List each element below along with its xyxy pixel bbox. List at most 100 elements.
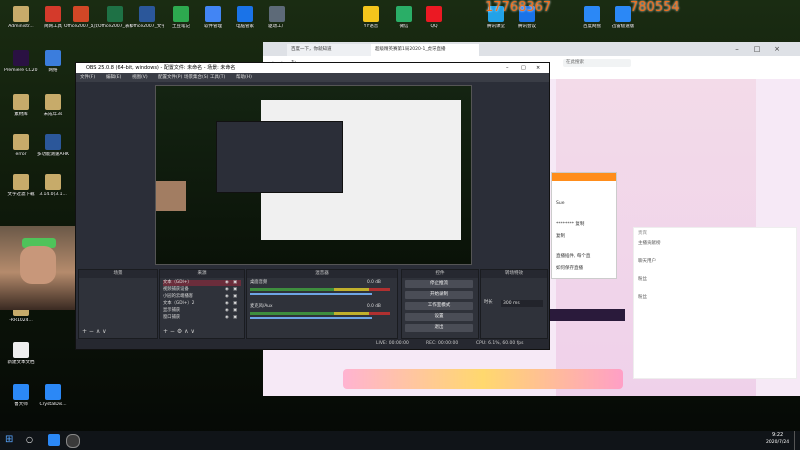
obs-menu-item[interactable]: 场景集合(S): [184, 73, 208, 82]
desktop-icon[interactable]: CrystalDis...: [36, 384, 70, 407]
browser-tab-baidu[interactable]: 百度一下，你就知道: [287, 44, 375, 56]
control-button[interactable]: 工作室模式: [405, 302, 473, 310]
desktop-icon[interactable]: Premiere CC2019: [4, 50, 38, 73]
desktop-icon[interactable]: Administr...: [4, 6, 38, 29]
popup-line[interactable]: 复制: [556, 233, 565, 239]
lock-icon[interactable]: ▣: [233, 301, 237, 307]
add-source-button[interactable]: + − ⚙ ∧ ∨: [163, 328, 195, 335]
rank-item[interactable]: 聊天用户: [638, 258, 656, 264]
obs-titlebar: OBS 25.0.8 (64-bit, windows) - 配置文件: 未命名…: [76, 63, 549, 73]
transition-duration-label: 时长: [484, 300, 493, 305]
obs-close-icon[interactable]: ×: [536, 63, 540, 73]
desktop-icon[interactable]: 土豆笔记: [164, 6, 198, 29]
obs-menu-item[interactable]: 视图(V): [132, 73, 148, 82]
lock-icon[interactable]: ▣: [233, 280, 237, 286]
desktop-icon[interactable]: 电脑管家: [228, 6, 262, 29]
rank-item[interactable]: 粉丝: [638, 294, 647, 300]
control-button[interactable]: 设置: [405, 313, 473, 321]
eye-icon[interactable]: ◉: [225, 287, 229, 293]
eye-icon[interactable]: ◉: [225, 308, 229, 314]
desktop-icon[interactable]: Office2007_幻灯片PPT: [64, 6, 98, 29]
source-label: 窗口捕获: [163, 315, 181, 320]
control-button[interactable]: 停止推流: [405, 280, 473, 288]
sources-panel: 来源 文本（GDI+） ◉ ▣ 视频捕获设备 ◉ ▣ 小园的云端播客 ◉ ▣ 文本（GDI+）2 ◉…: [159, 269, 245, 339]
desktop-icon[interactable]: 软件管理: [196, 6, 230, 29]
minimize-icon[interactable]: –: [733, 45, 741, 53]
rank-item[interactable]: 主播贡献榜: [638, 240, 661, 246]
obs-preview[interactable]: [155, 85, 472, 265]
eye-icon[interactable]: ◉: [225, 294, 229, 300]
obs-menu-item[interactable]: 工具(T): [210, 73, 225, 82]
desktop-icon[interactable]: 驱动工厂: [260, 6, 294, 29]
lock-icon[interactable]: ▣: [233, 287, 237, 293]
source-item[interactable]: 文本（GDI+） ◉ ▣: [163, 280, 241, 286]
lock-icon[interactable]: ▣: [233, 294, 237, 300]
desktop-icon[interactable]: Office2007_文字: [130, 6, 164, 29]
control-button[interactable]: 退出: [405, 324, 473, 332]
transition-duration-input[interactable]: 300 ms: [501, 300, 543, 307]
rank-item[interactable]: 粉丝: [638, 276, 647, 282]
show-desktop-button[interactable]: [794, 431, 799, 450]
windows-start-icon[interactable]: ⊞: [5, 435, 15, 445]
desktop-icon[interactable]: QQ: [417, 6, 451, 29]
eye-icon[interactable]: ◉: [225, 301, 229, 307]
app-icon: [13, 174, 29, 190]
desktop-icon[interactable]: 鲁大师: [4, 384, 38, 407]
obs-minimize-icon[interactable]: –: [506, 63, 509, 73]
mixer-channel-mic-value: 0.0 dB: [367, 304, 381, 309]
obs-menu-item[interactable]: 文件(F): [80, 73, 95, 82]
obs-menu-item[interactable]: 编辑(E): [106, 73, 121, 82]
desktop-icon[interactable]: 3.14.0(3.1...: [36, 174, 70, 197]
gift-bar[interactable]: [343, 369, 623, 389]
lock-icon[interactable]: ▣: [233, 315, 237, 321]
mixer-channel-mic-label: 麦克风/Aux: [250, 304, 273, 309]
taskbar-obs-icon[interactable]: [66, 434, 80, 448]
desktop-icon[interactable]: 多功能测速AHK: [36, 134, 70, 157]
mixer-slider-desktop[interactable]: [250, 293, 372, 295]
desktop-icon-label: Office2007_表格: [98, 24, 132, 29]
obs-menu-item[interactable]: 配置文件(P): [158, 73, 182, 82]
status-rec: REC: 00:00:00: [426, 341, 459, 346]
desktop-icon[interactable]: 未成年3s: [36, 94, 70, 117]
mixer-slider-mic[interactable]: [250, 317, 372, 319]
app-icon: [45, 174, 61, 190]
source-item[interactable]: 视频捕获设备 ◉ ▣: [163, 287, 241, 293]
desktop-icon-label: 迅雷极速版: [611, 24, 635, 29]
close-icon[interactable]: ×: [773, 45, 781, 53]
desktop-icon[interactable]: YY语音: [354, 6, 388, 29]
source-item[interactable]: 小园的云端播客 ◉ ▣: [163, 294, 241, 300]
app-icon: [73, 6, 89, 22]
obs-maximize-icon[interactable]: □: [521, 63, 526, 73]
lock-icon[interactable]: ▣: [233, 308, 237, 314]
search-icon[interactable]: ○: [26, 435, 36, 445]
maximize-icon[interactable]: □: [753, 45, 761, 53]
desktop-icon[interactable]: 微信: [387, 6, 421, 29]
add-scene-button[interactable]: + − ∧ ∨: [82, 328, 107, 335]
transitions-panel-header: 转场特效: [481, 270, 547, 278]
search-input[interactable]: 在此搜索: [563, 59, 631, 67]
popup-dialog: Sue ******** 复制 复制 直播插件, 每个直 如何保存直播: [551, 172, 617, 279]
taskbar-time: 9:22: [772, 432, 784, 438]
desktop-icon[interactable]: 文字过滤下载: [4, 174, 38, 197]
source-item[interactable]: 显示捕获 ◉ ▣: [163, 308, 241, 314]
source-item[interactable]: 窗口捕获 ◉ ▣: [163, 315, 241, 321]
desktop-icon[interactable]: Office2007_表格: [98, 6, 132, 29]
desktop-icon[interactable]: 新建文本文档: [4, 342, 38, 365]
eye-icon[interactable]: ◉: [225, 315, 229, 321]
eye-icon[interactable]: ◉: [225, 280, 229, 286]
obs-menu-item[interactable]: 帮助(H): [236, 73, 252, 82]
app-icon: [426, 6, 442, 22]
desktop-icon[interactable]: error: [4, 134, 38, 157]
taskbar-browser-icon[interactable]: [48, 434, 60, 446]
desktop-icon[interactable]: 素材库: [4, 94, 38, 117]
mixer-meter-desktop: [250, 288, 390, 291]
status-cpu: CPU: 6.1%, 60.00 fps: [476, 341, 524, 346]
ranking-panel: 贵宾 主播贡献榜 聊天用户 粉丝 粉丝: [633, 227, 797, 379]
taskbar: ⊞ ○ 9:22 2020/7/24: [0, 431, 800, 450]
desktop-icon-label: 文字过滤下载: [7, 192, 35, 197]
control-button[interactable]: 开始录制: [405, 291, 473, 299]
desktop-icon[interactable]: 网络: [36, 50, 70, 73]
browser-tab-huya[interactable]: 超级精英赛第1局2020-1_虎牙直播: [371, 44, 479, 56]
source-item[interactable]: 文本（GDI+）2 ◉ ▣: [163, 301, 241, 307]
desktop-icon[interactable]: 百度网盘: [575, 6, 609, 29]
